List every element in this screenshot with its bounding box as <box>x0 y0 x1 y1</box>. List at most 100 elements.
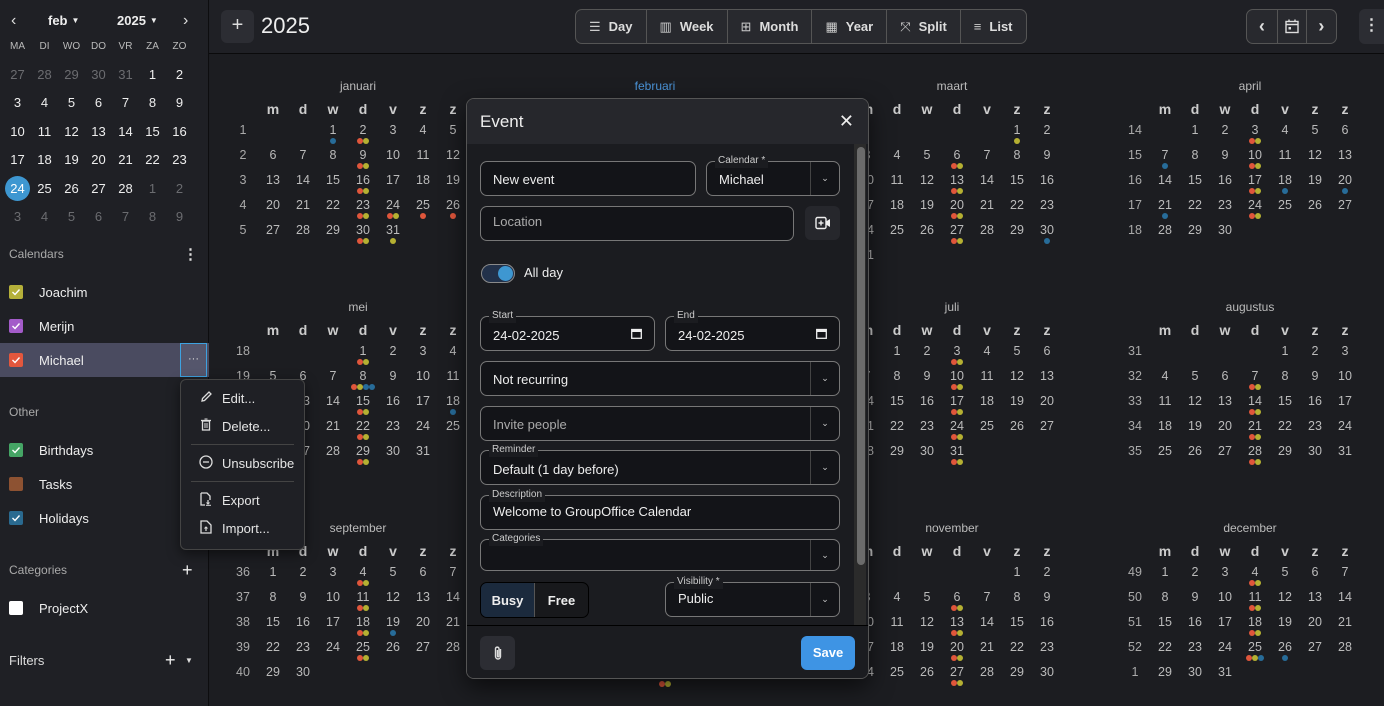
day-cell[interactable]: 31 <box>408 444 438 469</box>
day-cell[interactable]: 12 <box>1300 148 1330 173</box>
checkbox-checked-icon[interactable] <box>9 443 23 457</box>
add-event-button[interactable]: + <box>221 10 254 43</box>
day-cell[interactable]: 22 <box>882 419 912 444</box>
chevron-down-icon[interactable]: ⌄ <box>810 362 839 395</box>
day-cell[interactable]: 21 <box>1150 198 1180 223</box>
description-textarea[interactable]: Description Welcome to GroupOffice Calen… <box>480 488 840 530</box>
mini-day[interactable]: 5 <box>58 95 85 110</box>
month-name[interactable]: april <box>1130 79 1370 95</box>
day-cell[interactable]: 22 <box>1270 419 1300 444</box>
day-cell[interactable]: 10 <box>408 369 438 394</box>
calendar-more-button[interactable]: ··· <box>180 343 207 377</box>
day-cell[interactable]: 24 <box>942 419 972 444</box>
day-cell[interactable]: 4 <box>1150 369 1180 394</box>
day-cell[interactable]: 6 <box>1032 344 1062 369</box>
day-cell[interactable]: 13 <box>1210 394 1240 419</box>
day-cell[interactable]: 27 <box>258 223 288 248</box>
today-button[interactable] <box>1278 10 1307 43</box>
day-cell[interactable]: 4 <box>882 148 912 173</box>
day-cell[interactable]: 25 <box>408 198 438 223</box>
save-button[interactable]: Save <box>801 636 855 670</box>
menu-item-unsubscribe[interactable]: Unsubscribe <box>181 449 304 477</box>
day-cell[interactable]: 2 <box>1032 123 1062 148</box>
day-cell[interactable]: 12 <box>912 615 942 640</box>
day-cell[interactable]: 14 <box>972 615 1002 640</box>
day-cell[interactable]: 11 <box>1150 394 1180 419</box>
recurrence-select[interactable]: Not recurring ⌄ <box>480 361 840 396</box>
day-cell[interactable]: 6 <box>1330 123 1360 148</box>
day-cell[interactable]: 16 <box>912 394 942 419</box>
day-cell[interactable]: 23 <box>1300 419 1330 444</box>
next-button[interactable]: › <box>1307 10 1336 43</box>
day-cell[interactable]: 20 <box>942 640 972 665</box>
day-cell[interactable]: 22 <box>1002 640 1032 665</box>
week-number[interactable]: 2 <box>228 148 258 173</box>
day-cell[interactable]: 17 <box>1210 615 1240 640</box>
mini-day[interactable]: 27 <box>85 181 112 196</box>
week-number[interactable]: 18 <box>1120 223 1150 248</box>
day-cell[interactable]: 8 <box>1270 369 1300 394</box>
day-cell[interactable]: 7 <box>438 565 468 590</box>
day-cell[interactable]: 3 <box>318 565 348 590</box>
day-cell[interactable]: 28 <box>972 665 1002 690</box>
day-cell[interactable]: 16 <box>1032 615 1062 640</box>
month-select[interactable]: feb ▼ <box>48 13 79 28</box>
day-cell[interactable]: 24 <box>408 419 438 444</box>
day-cell[interactable]: 17 <box>942 394 972 419</box>
day-cell[interactable]: 25 <box>882 665 912 690</box>
day-cell[interactable]: 3 <box>1240 123 1270 148</box>
mini-day[interactable]: 23 <box>166 152 193 167</box>
day-cell[interactable]: 23 <box>288 640 318 665</box>
day-cell[interactable]: 6 <box>942 590 972 615</box>
week-number[interactable]: 35 <box>1120 444 1150 469</box>
day-cell[interactable]: 1 <box>348 344 378 369</box>
day-cell[interactable]: 30 <box>288 665 318 690</box>
day-cell[interactable]: 30 <box>378 444 408 469</box>
day-cell[interactable]: 1 <box>1002 123 1032 148</box>
day-cell[interactable]: 12 <box>1180 394 1210 419</box>
day-cell[interactable]: 29 <box>258 665 288 690</box>
day-cell[interactable]: 26 <box>1270 640 1300 665</box>
day-cell[interactable]: 8 <box>318 148 348 173</box>
calendar-item-holidays[interactable]: Holidays <box>0 501 209 535</box>
day-cell[interactable]: 29 <box>1002 665 1032 690</box>
calendar-item-tasks[interactable]: Tasks <box>0 467 209 501</box>
day-cell[interactable]: 2 <box>288 565 318 590</box>
mini-day[interactable]: 30 <box>85 67 112 82</box>
day-cell[interactable]: 6 <box>942 148 972 173</box>
day-cell[interactable]: 15 <box>258 615 288 640</box>
day-cell[interactable]: 10 <box>1240 148 1270 173</box>
day-cell[interactable]: 2 <box>912 344 942 369</box>
day-cell[interactable]: 4 <box>972 344 1002 369</box>
day-cell[interactable]: 5 <box>438 123 468 148</box>
day-cell[interactable]: 7 <box>318 369 348 394</box>
day-cell[interactable]: 30 <box>1210 223 1240 248</box>
reminder-select[interactable]: Reminder Default (1 day before) ⌄ <box>480 443 840 485</box>
day-cell[interactable]: 11 <box>408 148 438 173</box>
day-cell[interactable]: 1 <box>318 123 348 148</box>
attach-button[interactable] <box>480 636 515 670</box>
week-number[interactable]: 39 <box>228 640 258 665</box>
day-cell[interactable]: 12 <box>1270 590 1300 615</box>
day-cell[interactable]: 25 <box>438 419 468 444</box>
day-cell[interactable]: 25 <box>1270 198 1300 223</box>
day-cell[interactable]: 26 <box>378 640 408 665</box>
view-split-button[interactable]: ⤧ Split <box>887 10 961 43</box>
week-number[interactable]: 4 <box>228 198 258 223</box>
menu-item-import[interactable]: Import... <box>181 514 304 542</box>
day-cell[interactable]: 14 <box>1330 590 1360 615</box>
day-cell[interactable]: 19 <box>912 640 942 665</box>
week-number[interactable]: 18 <box>228 344 258 369</box>
menu-item-edit[interactable]: Edit... <box>181 384 304 412</box>
mini-day[interactable]: 20 <box>85 152 112 167</box>
day-cell[interactable]: 29 <box>1270 444 1300 469</box>
mini-day[interactable]: 4 <box>31 209 58 224</box>
mini-day[interactable]: 2 <box>166 181 193 196</box>
scrollbar-thumb[interactable] <box>857 147 865 565</box>
day-cell[interactable]: 3 <box>1330 344 1360 369</box>
year-select[interactable]: 2025 ▼ <box>117 13 158 28</box>
all-day-toggle[interactable] <box>481 264 515 283</box>
day-cell[interactable]: 8 <box>258 590 288 615</box>
day-cell[interactable]: 15 <box>348 394 378 419</box>
day-cell[interactable]: 15 <box>1002 615 1032 640</box>
